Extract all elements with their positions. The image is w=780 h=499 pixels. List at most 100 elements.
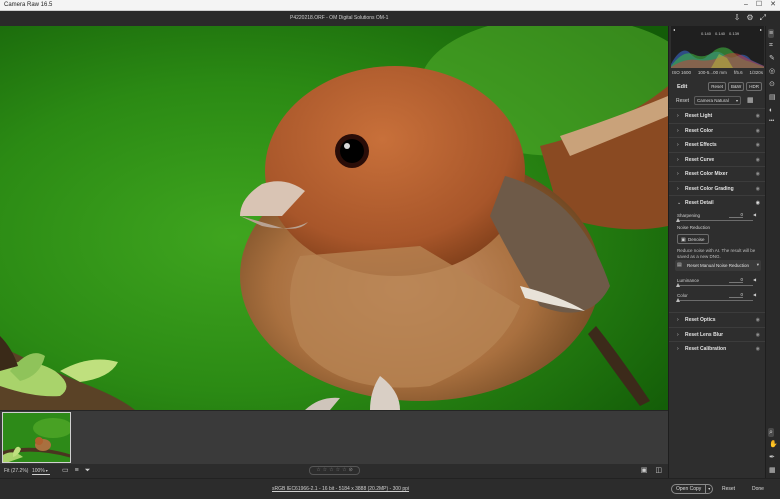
- zoom-fit-label[interactable]: Fit (27.2%): [4, 468, 28, 474]
- presets-icon[interactable]: ▤: [769, 94, 776, 101]
- manual-noise-reduction-header[interactable]: ▤ Reset Manual Noise Reduction ▾: [675, 260, 761, 271]
- eye-icon[interactable]: ◉: [756, 113, 760, 119]
- fullscreen-icon[interactable]: ⤢: [760, 14, 766, 22]
- denoise-label: Denoise: [688, 237, 705, 242]
- section-optics[interactable]: › Reset Optics ◉: [669, 312, 766, 327]
- section-label: Reset Calibration: [685, 346, 727, 352]
- clear-rating-icon[interactable]: ⊘: [349, 468, 353, 473]
- close-button[interactable]: ✕: [770, 1, 776, 9]
- star-1[interactable]: ☆: [316, 468, 320, 473]
- chevron-right-icon: ›: [677, 171, 679, 177]
- star-5[interactable]: ☆: [342, 468, 346, 473]
- highlight-clipping-icon[interactable]: ▸: [760, 27, 762, 32]
- chevron-right-icon: ›: [677, 317, 679, 323]
- denoise-button[interactable]: ▣ Denoise: [677, 234, 709, 244]
- section-label: Reset Light: [685, 113, 713, 119]
- slider-track[interactable]: [677, 220, 753, 221]
- filmstrip-icon[interactable]: ▭: [62, 467, 69, 474]
- slider-options-icon[interactable]: ◀: [753, 212, 756, 217]
- eye-icon[interactable]: ◉: [756, 142, 760, 148]
- zoom-level-select[interactable]: 100%▾: [32, 466, 50, 475]
- eye-icon[interactable]: ◉: [756, 332, 760, 338]
- section-color[interactable]: › Reset Color ◉: [669, 122, 766, 138]
- maximize-button[interactable]: ☐: [756, 1, 762, 9]
- section-detail: ⌄ Reset Detail ◉ Sharpening 0 ◀ Noise Re…: [669, 195, 766, 312]
- profile-select[interactable]: Camera Natural ▾: [694, 96, 741, 105]
- eye-icon[interactable]: ◉: [756, 186, 760, 192]
- slider-value[interactable]: 0: [729, 277, 743, 283]
- document-bar: P4220218.ORF - OM Digital Solutions OM-1…: [0, 11, 780, 26]
- slider-options-icon[interactable]: ◀: [753, 292, 756, 297]
- view-toolbar: Fit (27.2%) 100%▾ ▭ ≡ ⏷ ☆ ☆ ☆ ☆ ☆ ⊘ ▣ ◫: [0, 464, 668, 478]
- single-view-icon[interactable]: ▣: [641, 467, 648, 474]
- slider-value[interactable]: 0: [729, 212, 743, 218]
- slider-value[interactable]: 0: [729, 292, 743, 298]
- zoom-icon[interactable]: ⌕: [768, 428, 774, 437]
- color-sampler-icon[interactable]: ✒: [769, 454, 775, 461]
- section-curve[interactable]: › Reset Curve ◉: [669, 151, 766, 167]
- slider-track[interactable]: [677, 285, 753, 286]
- open-copy-group: Open Copy ▾: [671, 484, 714, 494]
- eye-icon[interactable]: ◉: [756, 317, 760, 323]
- minimize-button[interactable]: –: [744, 1, 748, 9]
- exif-iso: ISO 1600: [672, 70, 692, 75]
- denoise-note: Reduce noise with AI. The result will be…: [677, 248, 756, 259]
- slider-thumb[interactable]: [676, 298, 680, 302]
- section-label: Reset Effects: [685, 142, 717, 148]
- slider-options-icon[interactable]: ◀: [753, 277, 756, 282]
- grid-overlay-icon[interactable]: ▦: [769, 467, 776, 474]
- filter-icon[interactable]: ⏷: [85, 467, 91, 474]
- more-icon[interactable]: •••: [769, 118, 774, 125]
- crop-icon[interactable]: ⌗: [769, 42, 773, 49]
- star-4[interactable]: ☆: [336, 468, 340, 473]
- star-3[interactable]: ☆: [329, 468, 333, 473]
- luminance-slider[interactable]: Luminance 0 ◀: [669, 277, 766, 290]
- filmstrip-thumbnail[interactable]: [2, 412, 71, 463]
- compare-view-icon[interactable]: ◫: [655, 467, 662, 474]
- profile-browser-icon[interactable]: ▦: [747, 97, 754, 104]
- star-2[interactable]: ☆: [323, 468, 327, 473]
- slider-track[interactable]: [677, 300, 753, 301]
- exif-aperture: f/5.6: [733, 70, 743, 75]
- section-label: Reset Lens Blur: [685, 331, 724, 338]
- eye-icon[interactable]: ◉: [756, 200, 760, 206]
- section-effects[interactable]: › Reset Effects ◉: [669, 137, 766, 152]
- eye-icon[interactable]: ◉: [756, 171, 760, 177]
- slider-thumb[interactable]: [676, 218, 680, 222]
- shadow-clipping-icon[interactable]: ◂: [673, 27, 675, 32]
- open-dropdown-button[interactable]: ▾: [706, 484, 714, 494]
- section-label: Reset Color Mixer: [685, 171, 728, 177]
- open-copy-button[interactable]: Open Copy: [671, 484, 707, 494]
- mask-icon[interactable]: ◎: [769, 68, 775, 75]
- sharpening-slider[interactable]: Sharpening 0 ◀: [669, 212, 766, 225]
- section-color-grading[interactable]: › Reset Color Grading ◉: [669, 180, 766, 196]
- hdr-button[interactable]: HDR: [746, 82, 762, 91]
- bw-button[interactable]: B&W: [727, 82, 745, 91]
- image-preview[interactable]: [0, 26, 668, 410]
- hand-icon[interactable]: ✋: [769, 441, 778, 448]
- snapshots-icon[interactable]: ◐: [769, 107, 773, 114]
- eye-icon[interactable]: ◉: [756, 128, 760, 134]
- done-button[interactable]: Done: [752, 486, 764, 492]
- edit-icon[interactable]: ≡: [768, 29, 775, 38]
- settings-icon[interactable]: ⚙: [746, 14, 753, 22]
- color-noise-slider[interactable]: Color 0 ◀: [669, 292, 766, 305]
- save-icon[interactable]: ⇩: [734, 14, 741, 22]
- eye-icon[interactable]: ◉: [756, 346, 760, 352]
- section-light[interactable]: › Reset Light ◉: [669, 108, 766, 123]
- section-detail-header[interactable]: ⌄ Reset Detail ◉: [669, 196, 766, 211]
- section-lens-blur[interactable]: › Reset Lens Blur ◉: [669, 326, 766, 342]
- workflow-options-link[interactable]: sRGB IEC61966-2.1 - 16 bit - 5184 x 3888…: [272, 486, 409, 492]
- slider-thumb[interactable]: [676, 283, 680, 287]
- section-calibration[interactable]: › Reset Calibration ◉: [669, 341, 766, 356]
- reset-button[interactable]: Reset: [722, 486, 735, 492]
- denoise-icon: ▣: [681, 237, 686, 243]
- red-eye-icon[interactable]: ⊙: [769, 81, 775, 88]
- auto-reset-button[interactable]: Reset: [708, 82, 726, 91]
- section-color-mixer[interactable]: › Reset Color Mixer ◉: [669, 166, 766, 181]
- sort-icon[interactable]: ≡: [75, 467, 79, 474]
- histogram: ◂ ▸ 0.140 0.140 0.139: [671, 26, 764, 68]
- eye-icon[interactable]: ◉: [756, 157, 760, 163]
- exif-shutter: 1/320s: [749, 70, 763, 75]
- heal-icon[interactable]: ✎: [769, 55, 775, 62]
